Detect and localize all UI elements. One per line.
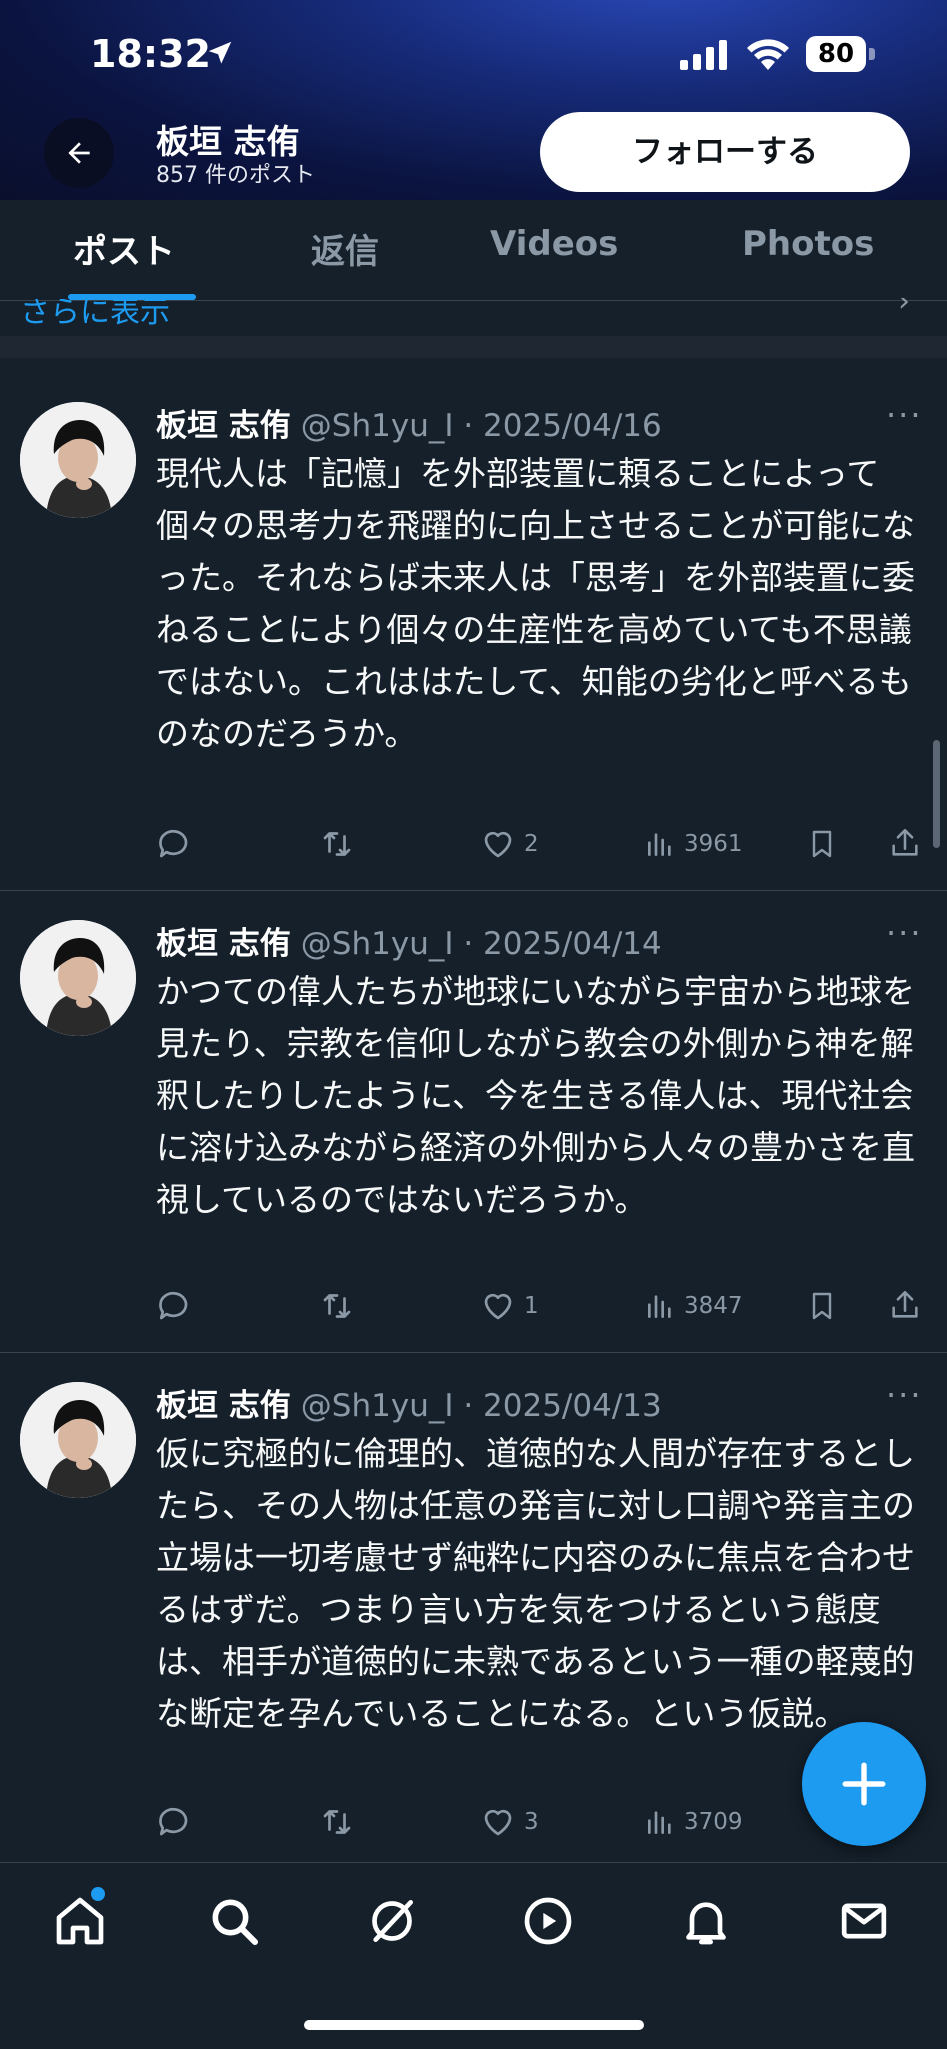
bookmark-button[interactable] bbox=[806, 1288, 838, 1324]
views-icon bbox=[648, 1295, 671, 1318]
avatar-image bbox=[20, 1382, 136, 1498]
more-options-icon[interactable]: ··· bbox=[886, 396, 923, 434]
tab-videos[interactable]: Videos bbox=[490, 224, 618, 264]
tab-photos[interactable]: Photos bbox=[742, 224, 874, 264]
wifi-icon bbox=[747, 39, 789, 70]
plus-icon bbox=[842, 1762, 886, 1806]
like-button[interactable]: 3 bbox=[480, 1804, 539, 1840]
cellular-signal-icon bbox=[680, 40, 727, 70]
notification-dot bbox=[89, 1885, 107, 1903]
repost-icon bbox=[323, 832, 351, 856]
bottom-navigation bbox=[0, 1862, 947, 2049]
view-count: 3961 bbox=[684, 831, 743, 857]
battery-icon: 80 bbox=[806, 36, 878, 74]
bookmark-icon bbox=[812, 830, 832, 858]
status-time: 18:32 bbox=[90, 32, 211, 76]
like-button[interactable]: 1 bbox=[480, 1288, 539, 1324]
share-button[interactable] bbox=[888, 824, 922, 862]
back-button[interactable] bbox=[44, 118, 114, 188]
reply-icon bbox=[159, 1291, 188, 1320]
views-icon bbox=[648, 833, 671, 856]
tweet-handle-date: @Sh1yu_I · 2025/04/16 bbox=[300, 408, 662, 444]
tab-replies[interactable]: 返信 bbox=[311, 224, 379, 273]
repost-icon bbox=[323, 1810, 351, 1834]
like-count: 3 bbox=[524, 1809, 539, 1835]
reply-icon bbox=[159, 829, 188, 858]
tweet[interactable]: 板垣 志侑 @Sh1yu_I · 2025/04/16 ··· 現代人は「記憶」を… bbox=[0, 360, 947, 891]
tweet-handle-date: @Sh1yu_I · 2025/04/14 bbox=[300, 926, 662, 962]
share-icon bbox=[892, 1290, 918, 1318]
reply-button[interactable] bbox=[156, 1288, 192, 1324]
repost-button[interactable] bbox=[318, 1804, 356, 1840]
views-icon bbox=[648, 1811, 671, 1834]
location-arrow-icon bbox=[208, 41, 232, 64]
home-indicator[interactable] bbox=[304, 2020, 644, 2030]
repost-button[interactable] bbox=[318, 826, 356, 862]
bookmark-icon bbox=[812, 1292, 832, 1320]
post-count: 857 件のポスト bbox=[156, 163, 315, 188]
tweet-text: かつての偉人たちが地球にいながら宇宙から地球を見たり、宗教を信仰しながら教会の外… bbox=[156, 972, 915, 1219]
like-count: 1 bbox=[524, 1293, 539, 1319]
views-button[interactable]: 3709 bbox=[644, 1804, 743, 1840]
tweet-text: 仮に究極的に倫理的、道徳的な人間が存在するとしたら、その人物は任意の発言に対し口… bbox=[156, 1434, 915, 1733]
share-button[interactable] bbox=[888, 1286, 922, 1324]
heart-icon bbox=[484, 831, 512, 858]
tweet-author-name[interactable]: 板垣 志侑 bbox=[156, 1388, 291, 1424]
view-count: 3847 bbox=[684, 1293, 743, 1319]
more-options-icon[interactable]: ··· bbox=[886, 1376, 923, 1414]
avatar[interactable] bbox=[20, 1382, 136, 1498]
profile-name: 板垣 志侑 bbox=[156, 122, 300, 161]
more-options-icon[interactable]: ··· bbox=[886, 914, 923, 952]
view-count: 3709 bbox=[684, 1809, 743, 1835]
avatar[interactable] bbox=[20, 402, 136, 518]
search-icon[interactable] bbox=[206, 1893, 262, 1949]
like-button[interactable]: 2 bbox=[480, 826, 539, 862]
heart-icon bbox=[484, 1809, 512, 1836]
tweet-header: 板垣 志侑 @Sh1yu_I · 2025/04/14 bbox=[156, 918, 662, 963]
tweet-text: 現代人は「記憶」を外部装置に頼ることによって個々の思考力を飛躍的に向上させること… bbox=[156, 454, 915, 753]
follow-button[interactable]: フォローする bbox=[540, 112, 910, 192]
reply-button[interactable] bbox=[156, 826, 192, 862]
views-button[interactable]: 3847 bbox=[644, 1288, 743, 1324]
scrollbar[interactable] bbox=[933, 740, 940, 848]
back-arrow-icon bbox=[68, 142, 90, 164]
tweet[interactable]: 板垣 志侑 @Sh1yu_I · 2025/04/14 ··· かつての偉人たちが… bbox=[0, 892, 947, 1353]
status-bar: 18:32 80 bbox=[0, 0, 947, 110]
tweet-author-name[interactable]: 板垣 志侑 bbox=[156, 926, 291, 962]
avatar-image bbox=[20, 402, 136, 518]
tweet-author-name[interactable]: 板垣 志侑 bbox=[156, 408, 291, 444]
share-icon bbox=[892, 828, 918, 856]
tab-posts[interactable]: ポスト bbox=[73, 224, 175, 273]
tweet-header: 板垣 志侑 @Sh1yu_I · 2025/04/16 bbox=[156, 400, 662, 445]
reply-button[interactable] bbox=[156, 1804, 192, 1840]
profile-tabs: ポスト 返信 Videos Photos bbox=[0, 200, 947, 301]
section-divider bbox=[0, 336, 947, 358]
messages-icon[interactable] bbox=[836, 1893, 892, 1949]
notifications-icon[interactable] bbox=[678, 1893, 734, 1949]
repost-icon bbox=[323, 1294, 351, 1318]
repost-button[interactable] bbox=[318, 1288, 356, 1324]
like-count: 2 bbox=[524, 831, 539, 857]
heart-icon bbox=[484, 1293, 512, 1320]
tweet-handle-date: @Sh1yu_I · 2025/04/13 bbox=[300, 1388, 662, 1424]
bookmark-button[interactable] bbox=[806, 826, 838, 862]
tweet-header: 板垣 志侑 @Sh1yu_I · 2025/04/13 bbox=[156, 1380, 662, 1425]
video-icon[interactable] bbox=[520, 1893, 576, 1949]
grok-icon[interactable] bbox=[364, 1893, 420, 1949]
battery-level: 80 bbox=[806, 36, 866, 72]
avatar-image bbox=[20, 920, 136, 1036]
compose-post-button[interactable] bbox=[802, 1722, 926, 1846]
avatar[interactable] bbox=[20, 920, 136, 1036]
views-button[interactable]: 3961 bbox=[644, 826, 743, 862]
reply-icon bbox=[159, 1807, 188, 1836]
